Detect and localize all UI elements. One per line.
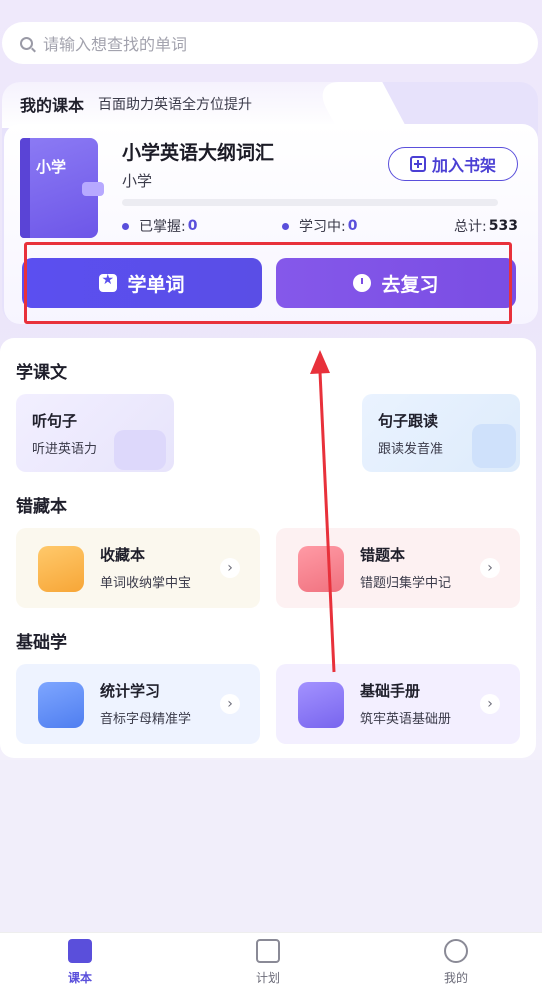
- tile-favorites[interactable]: 收藏本 单词收纳掌中宝 ›: [16, 528, 260, 608]
- tile-listen-title: 听句子: [32, 412, 78, 430]
- learning-value: 0: [347, 218, 358, 234]
- course-stats: 已掌握: 0 学习中: 0 总计: 533: [122, 216, 518, 236]
- bar-chart-icon: [38, 682, 84, 728]
- tile-statistics-subtitle: 音标字母精准学: [100, 712, 192, 727]
- tile-statistics-title: 统计学习: [100, 682, 161, 700]
- tile-handbook-subtitle: 筑牢英语基础册: [360, 712, 452, 727]
- mastered-dot-icon: [122, 222, 129, 230]
- section-title-basics: 基础学: [16, 633, 67, 653]
- chevron-right-icon: ›: [480, 694, 500, 714]
- tab-textbook[interactable]: 课本: [40, 933, 120, 987]
- bottom-tab-bar: 课本 计划 我的: [0, 932, 542, 987]
- book-icon: [68, 939, 92, 963]
- search-bar[interactable]: 请输入想查找的单词: [2, 22, 538, 64]
- book-cover-label: 小学: [36, 158, 67, 176]
- favorites-star-icon: [38, 546, 84, 592]
- stat-learning: 学习中: 0: [282, 216, 357, 236]
- course-name: 小学英语大纲词汇: [122, 142, 275, 164]
- study-sections-panel: 学课文 听句子 听进英语力 句子跟读 跟读发音准 错藏本 收藏本 单词收纳掌中宝…: [0, 338, 536, 758]
- stat-mastered: 已掌握: 0: [122, 216, 197, 236]
- tile-reading-subtitle: 跟读发音准: [378, 442, 444, 457]
- course-header-subtitle: 百面助力英语全方位提升: [98, 97, 253, 113]
- tile-mistakes[interactable]: 错题本 错题归集学中记 ›: [276, 528, 520, 608]
- stat-total: 总计: 533: [454, 216, 518, 236]
- chevron-right-icon: ›: [220, 694, 240, 714]
- tile-sentence-reading[interactable]: 句子跟读 跟读发音准: [362, 394, 520, 472]
- tile-handbook-title: 基础手册: [360, 682, 421, 700]
- mastered-value: 0: [187, 218, 198, 234]
- course-header: 我的课本 百面助力英语全方位提升: [2, 82, 342, 126]
- tab-plan[interactable]: 计划: [228, 933, 308, 987]
- handbook-card-icon: [298, 682, 344, 728]
- add-to-shelf-button[interactable]: 加入书架: [388, 147, 518, 181]
- tab-profile[interactable]: 我的: [416, 933, 496, 987]
- section-title-text: 学课文: [16, 363, 67, 383]
- tile-listen-sentences[interactable]: 听句子 听进英语力: [16, 394, 174, 472]
- profile-icon: [444, 939, 468, 963]
- mastered-label: 已掌握:: [139, 219, 186, 235]
- camera-icon: [114, 430, 166, 470]
- plus-icon: [409, 156, 426, 172]
- tile-handbook[interactable]: 基础手册 筑牢英语基础册 ›: [276, 664, 520, 744]
- search-icon: [20, 36, 33, 50]
- calendar-icon: [256, 939, 280, 963]
- learning-dot-icon: [282, 222, 289, 230]
- book-cover-icon[interactable]: 小学: [20, 138, 104, 238]
- tile-listen-subtitle: 听进英语力: [32, 442, 98, 457]
- course-progress-bar: [122, 199, 498, 206]
- mistakes-x-icon: [298, 546, 344, 592]
- highlight-annotation-box: [24, 242, 512, 324]
- total-value: 533: [488, 218, 518, 234]
- learning-label: 学习中:: [299, 219, 346, 235]
- course-header-title: 我的课本: [20, 96, 85, 115]
- chevron-right-icon: ›: [480, 558, 500, 578]
- book-clasp: [82, 182, 104, 196]
- tile-mistakes-subtitle: 错题归集学中记: [360, 576, 452, 591]
- search-placeholder: 请输入想查找的单词: [43, 35, 188, 54]
- tab-plan-label: 计划: [255, 971, 280, 985]
- tile-statistics[interactable]: 统计学习 音标字母精准学 ›: [16, 664, 260, 744]
- tab-profile-label: 我的: [443, 971, 468, 985]
- course-level: 小学: [122, 172, 153, 190]
- add-to-shelf-label: 加入书架: [431, 156, 496, 175]
- tile-favorites-title: 收藏本: [100, 546, 146, 564]
- section-title-mistakes: 错藏本: [16, 497, 67, 517]
- total-label: 总计:: [454, 219, 487, 235]
- tile-mistakes-title: 错题本: [360, 546, 406, 564]
- tile-reading-title: 句子跟读: [378, 412, 439, 430]
- tile-favorites-subtitle: 单词收纳掌中宝: [100, 576, 192, 591]
- speaker-user-icon: [472, 424, 516, 468]
- chevron-right-icon: ›: [220, 558, 240, 578]
- tab-textbook-label: 课本: [67, 971, 92, 985]
